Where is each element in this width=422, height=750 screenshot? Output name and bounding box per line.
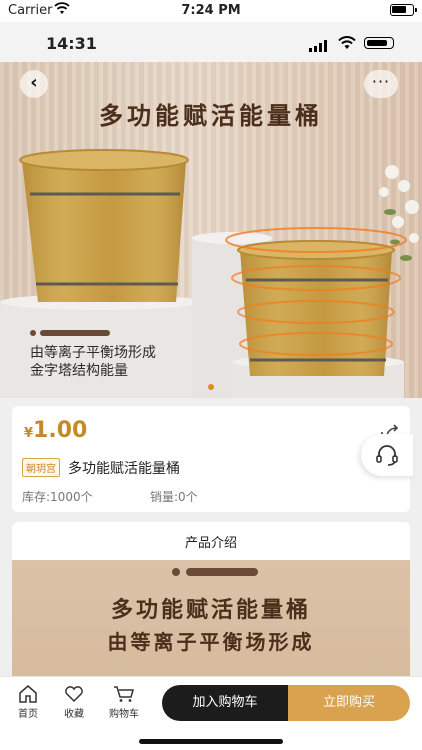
price: ¥1.00 <box>24 418 87 443</box>
intro-heading: 多功能赋活能量桶 <box>110 598 311 623</box>
product-intro-section: 产品介绍 多功能赋活能量桶 由等离子平衡场形成 <box>12 522 410 682</box>
customer-service-button[interactable] <box>361 434 413 476</box>
app-time: 14:31 <box>46 34 97 53</box>
hero-caption-line2: 金字塔结构能量 <box>30 363 128 379</box>
hero-caption-line1: 由等离子平衡场形成 <box>30 345 156 361</box>
intro-title: 产品介绍 <box>184 536 237 551</box>
add-to-cart-button[interactable]: 加入购物车 <box>162 685 288 721</box>
nav-favorite-label: 收藏 <box>64 709 84 720</box>
bottom-action-bar: 首页 收藏 购物车 加入购物车 立即购买 <box>0 676 422 750</box>
cart-icon <box>114 686 134 702</box>
battery-icon <box>390 4 417 16</box>
brand-tag: 朝玥宫 <box>22 458 60 477</box>
hero-title: 多功能赋活能量桶 <box>99 102 323 130</box>
battery-icon <box>364 37 394 49</box>
product-hero-image: 多功能赋活能量桶 由等离子平衡场形成 金字塔结构能量 ‹ ··· <box>0 62 422 398</box>
carousel-indicator[interactable] <box>208 384 214 390</box>
nav-cart[interactable]: 购物车 <box>104 685 144 720</box>
home-indicator[interactable] <box>139 739 283 744</box>
nav-home-label: 首页 <box>18 709 38 720</box>
wifi-icon <box>338 35 356 54</box>
buy-now-button[interactable]: 立即购买 <box>288 685 410 721</box>
nav-home[interactable]: 首页 <box>8 685 48 720</box>
intro-decor-dot <box>172 568 180 576</box>
nav-favorite[interactable]: 收藏 <box>54 685 94 720</box>
sales-count: 销量:0个 <box>150 490 198 504</box>
ios-status-bar: Carrier 7:24 PM <box>0 0 422 22</box>
hero-decor-line <box>40 330 110 336</box>
hero-caption: 由等离子平衡场形成 金字塔结构能量 <box>30 344 156 380</box>
currency-symbol: ¥ <box>24 426 34 441</box>
product-name: 多功能赋活能量桶 <box>68 461 180 477</box>
signal-icon <box>309 37 329 56</box>
nav-cart-label: 购物车 <box>109 709 139 720</box>
stock-count: 库存:1000个 <box>22 490 93 504</box>
home-icon <box>19 685 37 703</box>
more-icon[interactable]: ··· <box>364 70 398 98</box>
system-time: 7:24 PM <box>181 3 241 18</box>
intro-subheading: 由等离子平衡场形成 <box>107 630 315 654</box>
price-value: 1.00 <box>33 418 88 443</box>
headset-icon <box>376 445 398 466</box>
app-status-bar: 14:31 <box>0 22 422 62</box>
intro-decor-line <box>186 568 258 576</box>
heart-icon <box>65 686 83 703</box>
hero-decor-dot <box>30 330 36 336</box>
back-icon[interactable]: ‹ <box>20 70 48 98</box>
product-info-card: ¥1.00 朝玥宫 多功能赋活能量桶 库存:1000个 销量:0个 <box>12 406 410 512</box>
